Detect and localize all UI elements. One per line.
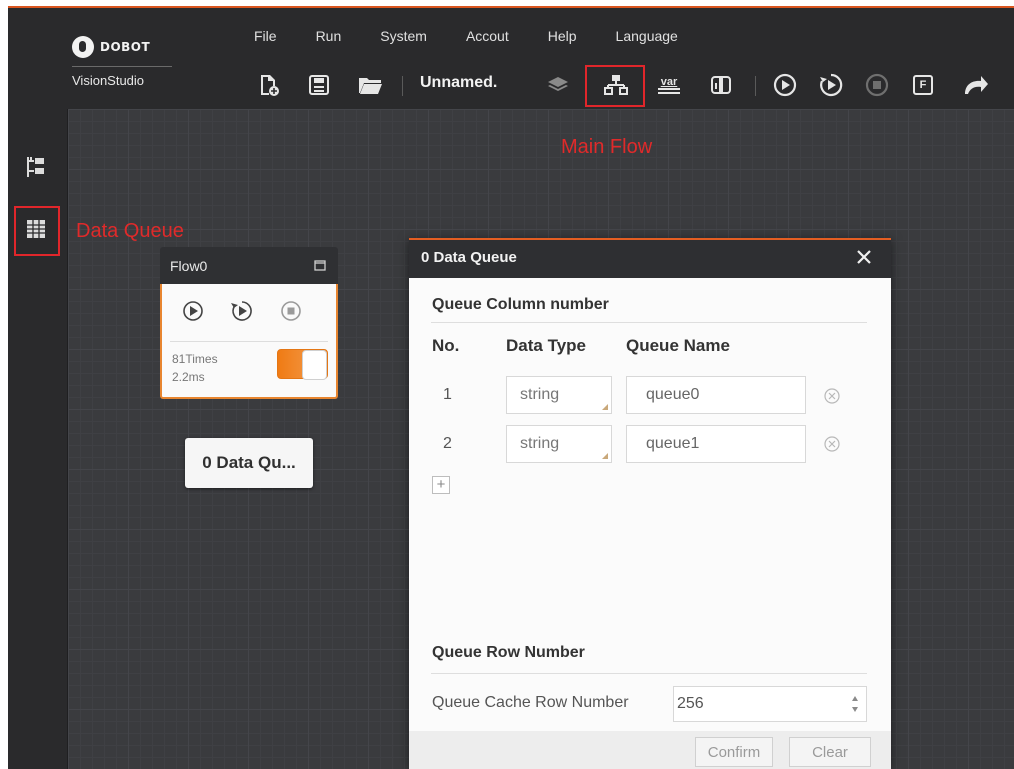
function-label: F	[919, 79, 927, 91]
add-row-button[interactable]: +	[432, 476, 450, 494]
main-flow-annotation: Main Flow	[561, 136, 653, 158]
data-queue-node[interactable]: 0 Data Qu...	[185, 438, 313, 488]
solution-name[interactable]: Unnamed.	[420, 74, 497, 92]
layers-icon[interactable]	[544, 68, 572, 102]
run-once-icon[interactable]	[770, 68, 800, 102]
queue-name-input[interactable]: queue1	[626, 425, 806, 463]
row-section-title: Queue Row Number	[432, 644, 585, 661]
data-queue-highlight	[14, 206, 60, 256]
stop-icon[interactable]	[862, 68, 892, 102]
menu-file[interactable]: File	[254, 28, 277, 44]
flow-enable-toggle[interactable]	[277, 349, 328, 380]
data-queue-dialog: 0 Data Queue Queue Column number No. Dat…	[409, 238, 891, 769]
main-flow-highlight	[585, 65, 645, 107]
cache-row-input[interactable]: 256	[673, 686, 867, 722]
row-number: 1	[443, 386, 452, 403]
queue-name-input[interactable]: queue0	[626, 376, 806, 414]
vision-studio-window: DOBOT VisionStudio File Run System Accou…	[8, 6, 1014, 769]
logo-brand: DOBOT	[100, 40, 151, 54]
menu-bar: File Run System Accout Help Language	[254, 28, 717, 44]
flow-run-loop-icon[interactable]	[230, 300, 254, 327]
dobot-logo-icon	[72, 36, 94, 58]
data-type-select[interactable]: string	[506, 376, 612, 414]
communication-icon[interactable]	[706, 68, 736, 102]
toolbar-separator	[402, 76, 403, 96]
dialog-footer: Confirm Clear	[409, 731, 891, 769]
left-sidebar	[8, 109, 68, 769]
cache-row-value: 256	[677, 695, 704, 712]
undo-icon[interactable]	[958, 68, 992, 102]
flow-card-body: 81Times 2.2ms	[160, 284, 338, 399]
close-icon[interactable]	[855, 248, 873, 266]
flow-card-header: Flow0	[160, 247, 338, 284]
delete-row-icon[interactable]	[823, 387, 841, 405]
menu-account[interactable]: Accout	[466, 28, 509, 44]
dialog-titlebar: 0 Data Queue	[409, 240, 891, 278]
spin-up-icon[interactable]	[852, 696, 858, 701]
logo-product: VisionStudio	[72, 73, 145, 88]
open-folder-icon[interactable]	[354, 68, 386, 102]
header: DOBOT VisionStudio File Run System Accou…	[8, 8, 1014, 109]
toolbar: Unnamed. var F	[248, 65, 1014, 107]
global-variable-icon[interactable]: var	[654, 68, 684, 102]
save-icon[interactable]	[304, 68, 334, 102]
run-loop-icon[interactable]	[816, 68, 846, 102]
column-section-title: Queue Column number	[432, 296, 609, 313]
function-icon[interactable]: F	[908, 68, 938, 102]
menu-system[interactable]: System	[380, 28, 427, 44]
data-type-select[interactable]: string	[506, 425, 612, 463]
run-duration: 2.2ms	[172, 370, 205, 384]
flow-title: Flow0	[170, 257, 208, 274]
row-number: 2	[443, 435, 452, 452]
run-count: 81Times	[172, 352, 218, 366]
flow-card[interactable]: Flow0 81Times 2.2ms	[160, 247, 338, 401]
flow-stop-icon[interactable]	[280, 300, 302, 327]
menu-run[interactable]: Run	[316, 28, 342, 44]
var-label: var	[660, 76, 678, 88]
column-header-type: Data Type	[506, 336, 586, 355]
minimize-icon[interactable]	[314, 258, 326, 274]
process-tree-icon[interactable]	[16, 147, 56, 187]
confirm-button[interactable]: Confirm	[695, 737, 773, 767]
app-logo: DOBOT VisionStudio	[72, 36, 180, 102]
spin-down-icon[interactable]	[852, 707, 858, 712]
cache-row-label: Queue Cache Row Number	[432, 694, 629, 711]
delete-row-icon[interactable]	[823, 435, 841, 453]
new-solution-icon[interactable]	[254, 68, 284, 102]
clear-button[interactable]: Clear	[789, 737, 871, 767]
toolbar-separator	[755, 76, 756, 96]
menu-help[interactable]: Help	[548, 28, 577, 44]
column-header-name: Queue Name	[626, 336, 730, 355]
column-header-no: No.	[432, 336, 460, 355]
flow-run-once-icon[interactable]	[182, 300, 204, 327]
dialog-title: 0 Data Queue	[421, 249, 517, 266]
data-queue-annotation: Data Queue	[76, 220, 184, 242]
menu-language[interactable]: Language	[616, 28, 678, 44]
